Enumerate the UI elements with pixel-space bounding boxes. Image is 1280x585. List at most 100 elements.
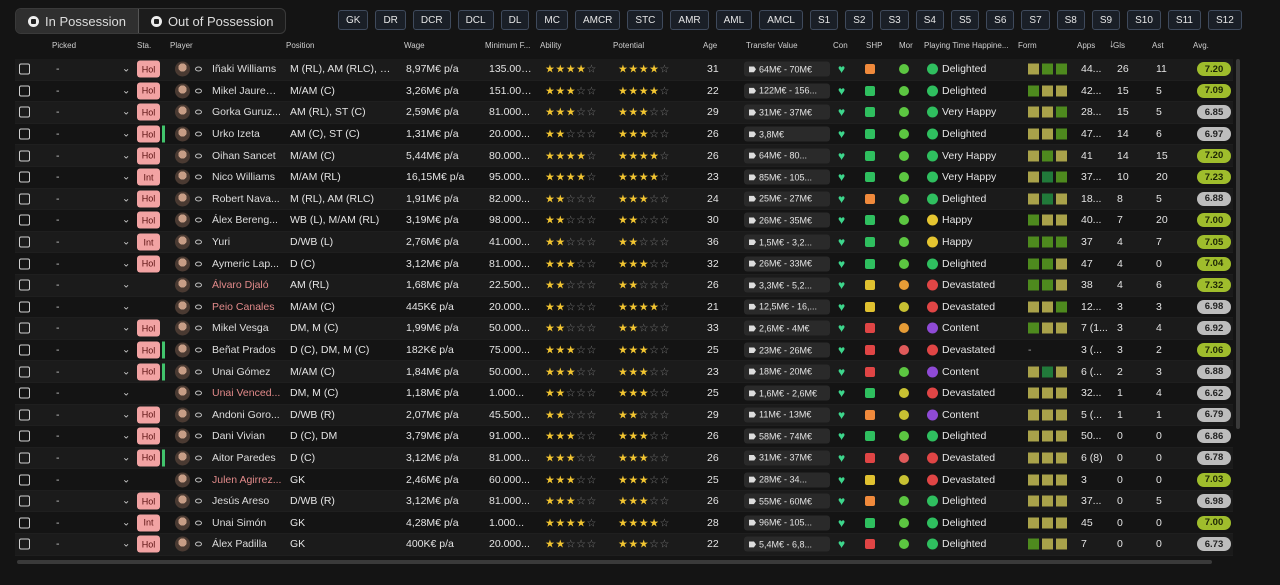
table-row[interactable]: - ⌄ Hol Andoni Goro... D/WB (R) 2,07M€ p/a 45.… bbox=[15, 404, 1233, 427]
row-checkbox[interactable] bbox=[19, 214, 30, 226]
player-name[interactable]: Mikel Jauregi... bbox=[212, 85, 282, 97]
row-checkbox[interactable] bbox=[19, 517, 30, 529]
avatar[interactable] bbox=[175, 277, 190, 293]
avatar[interactable] bbox=[175, 407, 190, 423]
picked-value[interactable]: - bbox=[56, 193, 60, 205]
picked-value[interactable]: - bbox=[56, 301, 60, 313]
col-shp[interactable]: SHP bbox=[866, 41, 882, 50]
row-checkbox[interactable] bbox=[19, 409, 30, 421]
row-checkbox[interactable] bbox=[19, 301, 30, 313]
chevron-down-icon[interactable]: ⌄ bbox=[122, 258, 130, 269]
filter-s3[interactable]: S3 bbox=[880, 10, 909, 30]
row-checkbox[interactable] bbox=[19, 430, 30, 442]
col-age[interactable]: Age bbox=[703, 41, 717, 50]
table-row[interactable]: - ⌄ Hol Gorka Guruz... AM (RL), ST (C) 2,59M€… bbox=[15, 102, 1233, 124]
filter-stc[interactable]: STC bbox=[627, 10, 664, 30]
col-transfer-value[interactable]: Transfer Value bbox=[746, 41, 798, 50]
eye-icon[interactable] bbox=[195, 520, 202, 526]
filter-dr[interactable]: DR bbox=[375, 10, 406, 30]
chevron-down-icon[interactable]: ⌄ bbox=[122, 172, 130, 183]
filter-s1[interactable]: S1 bbox=[810, 10, 839, 30]
avatar[interactable] bbox=[175, 385, 190, 401]
col-wage[interactable]: Wage bbox=[404, 41, 425, 50]
table-row[interactable]: - ⌄ Hol Álex Bereng... WB (L), M/AM (RL) 3,19… bbox=[15, 210, 1233, 232]
eye-icon[interactable] bbox=[195, 153, 202, 159]
filter-dcl[interactable]: DCL bbox=[457, 10, 494, 30]
col-ast[interactable]: Ast bbox=[1152, 41, 1164, 50]
player-name[interactable]: Urko Izeta bbox=[212, 128, 282, 140]
filter-gk[interactable]: GK bbox=[338, 10, 369, 30]
table-row[interactable]: - ⌄ Hol Jesús Areso D/WB (R) 3,12M€ p/a 81.000… bbox=[15, 490, 1233, 513]
col-apps[interactable]: Apps bbox=[1077, 41, 1095, 50]
picked-value[interactable]: - bbox=[56, 430, 60, 442]
eye-icon[interactable] bbox=[195, 412, 202, 418]
row-checkbox[interactable] bbox=[19, 236, 30, 248]
avatar[interactable] bbox=[175, 148, 190, 164]
table-row[interactable]: - ⌄ Hol Unai Gómez M/AM (C) 1,84M€ p/a 50.000.… bbox=[15, 361, 1233, 383]
col-potential[interactable]: Potential bbox=[613, 41, 644, 50]
picked-value[interactable]: - bbox=[56, 236, 60, 248]
table-row[interactable]: - ⌄ Unai Venced... DM, M (C) 1,18M€ p/a 1.000… bbox=[15, 383, 1233, 405]
chevron-down-icon[interactable]: ⌄ bbox=[122, 301, 130, 312]
table-row[interactable]: - ⌄ Hol Dani Vivian D (C), DM 3,79M€ p/a 91.00… bbox=[15, 426, 1233, 448]
eye-icon[interactable] bbox=[195, 390, 202, 396]
eye-icon[interactable] bbox=[195, 239, 202, 245]
player-name[interactable]: Peio Canales bbox=[212, 301, 282, 313]
chevron-down-icon[interactable]: ⌄ bbox=[122, 388, 130, 399]
table-row[interactable]: - ⌄ Hol Robert Nava... M (RL), AM (RLC) 1,91M… bbox=[15, 188, 1233, 211]
avatar[interactable] bbox=[175, 256, 190, 272]
row-checkbox[interactable] bbox=[19, 150, 30, 162]
col-player[interactable]: Player bbox=[170, 41, 193, 50]
avatar[interactable] bbox=[175, 169, 190, 185]
chevron-down-icon[interactable]: ⌄ bbox=[122, 150, 130, 161]
row-checkbox[interactable] bbox=[19, 452, 30, 464]
row-checkbox[interactable] bbox=[19, 128, 30, 140]
picked-value[interactable]: - bbox=[56, 106, 60, 118]
row-checkbox[interactable] bbox=[19, 193, 30, 205]
row-checkbox[interactable] bbox=[19, 322, 30, 334]
filter-s10[interactable]: S10 bbox=[1127, 10, 1161, 30]
col-ability[interactable]: Ability bbox=[540, 41, 561, 50]
avatar[interactable] bbox=[175, 61, 190, 77]
vertical-scrollbar[interactable] bbox=[1236, 59, 1240, 429]
table-row[interactable]: - ⌄ Julen Agirrez... GK 2,46M€ p/a 60.000... ★… bbox=[15, 469, 1233, 491]
chevron-down-icon[interactable]: ⌄ bbox=[122, 107, 130, 118]
eye-icon[interactable] bbox=[195, 455, 202, 461]
table-row[interactable]: - ⌄ Int Nico Williams M/AM (RL) 16,15M€ p/a 95… bbox=[15, 167, 1233, 189]
picked-value[interactable]: - bbox=[56, 150, 60, 162]
filter-aml[interactable]: AML bbox=[715, 10, 753, 30]
tab-out-of-possession[interactable]: Out of Possession bbox=[139, 9, 285, 33]
picked-value[interactable]: - bbox=[56, 171, 60, 183]
picked-value[interactable]: - bbox=[56, 452, 60, 464]
table-row[interactable]: - ⌄ Peio Canales M/AM (C) 445K€ p/a 20.000...… bbox=[15, 297, 1233, 319]
row-checkbox[interactable] bbox=[19, 538, 30, 550]
eye-icon[interactable] bbox=[195, 88, 202, 94]
row-checkbox[interactable] bbox=[19, 106, 30, 118]
player-name[interactable]: Oihan Sancet bbox=[212, 150, 282, 162]
player-name[interactable]: Aymeric Lap... bbox=[212, 258, 282, 270]
row-checkbox[interactable] bbox=[19, 387, 30, 399]
player-name[interactable]: Álex Bereng... bbox=[212, 214, 282, 226]
picked-value[interactable]: - bbox=[56, 322, 60, 334]
col-form[interactable]: Form bbox=[1018, 41, 1037, 50]
chevron-down-icon[interactable]: ⌄ bbox=[122, 517, 130, 528]
avatar[interactable] bbox=[175, 320, 190, 336]
row-checkbox[interactable] bbox=[19, 171, 30, 183]
picked-value[interactable]: - bbox=[56, 538, 60, 550]
table-row[interactable]: - ⌄ Hol Álex Padilla GK 400K€ p/a 20.000... ★★☆… bbox=[15, 534, 1233, 556]
filter-dl[interactable]: DL bbox=[500, 10, 530, 30]
row-checkbox[interactable] bbox=[19, 495, 30, 507]
filter-s9[interactable]: S9 bbox=[1091, 10, 1121, 30]
table-row[interactable]: - ⌄ Álvaro Djaló AM (RL) 1,68M€ p/a 22.500...… bbox=[15, 274, 1233, 297]
avatar[interactable] bbox=[175, 191, 190, 207]
avatar[interactable] bbox=[175, 299, 190, 315]
chevron-down-icon[interactable]: ⌄ bbox=[122, 345, 130, 356]
picked-value[interactable]: - bbox=[56, 258, 60, 270]
col-con[interactable]: Con bbox=[833, 41, 848, 50]
table-row[interactable]: - ⌄ Hol Aymeric Lap... D (C) 3,12M€ p/a 81.000… bbox=[15, 253, 1233, 275]
tab-in-possession[interactable]: In Possession bbox=[16, 9, 139, 33]
player-name[interactable]: Mikel Vesga bbox=[212, 322, 282, 334]
chevron-down-icon[interactable]: ⌄ bbox=[122, 474, 130, 485]
picked-value[interactable]: - bbox=[56, 214, 60, 226]
player-name[interactable]: Beñat Prados bbox=[212, 344, 282, 356]
